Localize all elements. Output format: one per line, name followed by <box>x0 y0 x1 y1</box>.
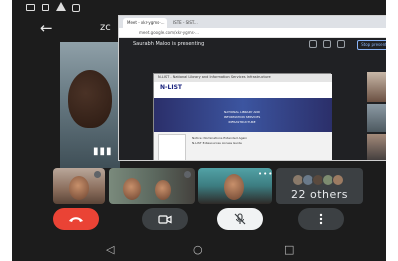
others-tile[interactable]: 22 others <box>276 168 363 204</box>
browser-tab[interactable]: ISTE - SIST... <box>169 18 207 28</box>
notice-line[interactable]: N-LIST E-Resources Access Guide <box>192 141 322 146</box>
image-icon <box>72 4 80 12</box>
site-logo: N-LIST <box>160 84 182 91</box>
others-avatars <box>292 174 348 186</box>
site-notice: Notice: Nominations Extended Again N-LIS… <box>192 136 322 146</box>
call-controls <box>12 208 386 230</box>
mic-off-icon <box>184 171 191 178</box>
more-options-button[interactable] <box>298 208 344 230</box>
people-icon[interactable] <box>309 40 317 48</box>
participant-tile[interactable]: ••• <box>198 168 272 204</box>
audio-indicator-icon: ▮▮▮ <box>93 146 113 157</box>
participant-face <box>123 178 141 200</box>
participant-strip: ••• 22 others <box>53 168 363 204</box>
participant-tile[interactable] <box>53 168 105 204</box>
mic-off-icon <box>94 171 101 178</box>
camera-toggle-button[interactable] <box>142 208 188 230</box>
stop-presenting-button[interactable]: Stop presenting <box>357 40 386 50</box>
mic-toggle-button[interactable] <box>217 208 263 230</box>
status-bar <box>12 0 386 16</box>
nav-home-icon[interactable]: ○ <box>193 244 203 256</box>
url-text: meet.google.com/xkr-ygms-... <box>139 30 199 35</box>
mic-off-icon <box>234 213 246 225</box>
inner-window-title: N-LIST - National Library and Informatio… <box>158 75 271 79</box>
warning-icon <box>56 2 66 11</box>
system-nav-bar: ◁ ○ □ <box>12 238 386 261</box>
browser-tab[interactable]: Meet - xkr-ygms-... <box>123 18 167 28</box>
speaker-figure <box>68 70 112 128</box>
nav-back-icon[interactable]: ◁ <box>106 244 114 256</box>
doc-icon <box>42 4 49 11</box>
participant-thumbnail <box>367 72 386 102</box>
participant-thumbnail <box>367 104 386 132</box>
site-sidebar <box>158 134 186 160</box>
back-arrow-icon[interactable]: ← <box>40 20 58 36</box>
tile-more-icon[interactable]: ••• <box>258 170 272 178</box>
more-vertical-icon <box>319 213 323 225</box>
presenting-text: Saurabh Maloo is presenting <box>133 41 205 47</box>
meet-call-screen: ← zc ▮▮▮ Meet - xkr-ygms-... ISTE - SIST… <box>12 0 386 261</box>
participant-face <box>155 180 171 200</box>
nav-recents-icon[interactable]: □ <box>284 244 294 256</box>
cast-icon <box>26 4 35 11</box>
avatar <box>332 174 344 186</box>
chat-icon[interactable] <box>323 40 331 48</box>
others-count: 22 others <box>290 188 349 201</box>
participant-face <box>69 176 89 200</box>
meeting-code: zc <box>100 22 111 33</box>
participant-tile[interactable] <box>109 168 195 204</box>
presented-browser-window: N-LIST - National Library and Informatio… <box>153 73 332 160</box>
shared-screen[interactable]: Meet - xkr-ygms-... ISTE - SIST... meet.… <box>118 15 386 161</box>
info-icon[interactable] <box>337 40 345 48</box>
hero-text: NATIONAL LIBRARY AND INFORMATION SERVICE… <box>210 110 274 125</box>
participant-thumbnail <box>367 134 386 160</box>
hero-line: INFRASTRUCTURE <box>228 120 256 124</box>
participant-face <box>224 174 244 200</box>
end-call-button[interactable] <box>53 208 99 230</box>
video-camera-icon <box>158 214 172 224</box>
phone-hangup-icon <box>69 217 83 222</box>
